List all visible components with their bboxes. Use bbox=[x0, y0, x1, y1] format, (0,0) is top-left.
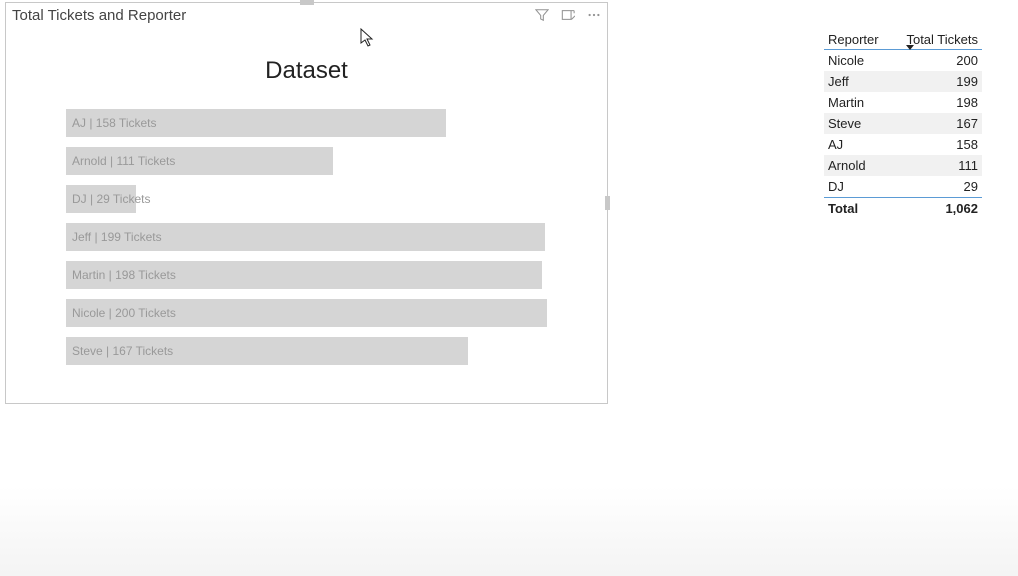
bar-label: Jeff | 199 Tickets bbox=[72, 230, 162, 244]
cell-total: 199 bbox=[942, 74, 982, 89]
cell-reporter: Nicole bbox=[824, 53, 942, 68]
column-header-total-label: Total Tickets bbox=[906, 32, 978, 47]
column-header-total[interactable]: Total Tickets bbox=[902, 30, 982, 49]
visual-header: Total Tickets and Reporter bbox=[6, 3, 607, 27]
cell-reporter: Jeff bbox=[824, 74, 942, 89]
table-header-row: Reporter Total Tickets bbox=[824, 30, 982, 50]
chart-title: Dataset bbox=[6, 57, 607, 85]
bar-fill: Martin | 198 Tickets bbox=[66, 261, 542, 289]
table-row[interactable]: Arnold111 bbox=[824, 155, 982, 176]
bar-label: Martin | 198 Tickets bbox=[72, 268, 176, 282]
table-row[interactable]: Steve167 bbox=[824, 113, 982, 134]
cell-reporter: Arnold bbox=[824, 158, 942, 173]
table-row[interactable]: AJ158 bbox=[824, 134, 982, 155]
bar-fill: AJ | 158 Tickets bbox=[66, 109, 446, 137]
bar-fill: Steve | 167 Tickets bbox=[66, 337, 468, 365]
bottom-fade bbox=[0, 486, 1018, 576]
cell-reporter: DJ bbox=[824, 179, 942, 194]
bar-fill: DJ | 29 Tickets bbox=[66, 185, 136, 213]
bar-label: Arnold | 111 Tickets bbox=[72, 154, 175, 168]
bar-row[interactable]: Martin | 198 Tickets bbox=[66, 261, 547, 289]
sort-descending-icon bbox=[906, 45, 914, 50]
table-total-row: Total 1,062 bbox=[824, 197, 982, 219]
table-body: Nicole200Jeff199Martin198Steve167AJ158Ar… bbox=[824, 50, 982, 197]
bar-row[interactable]: Nicole | 200 Tickets bbox=[66, 299, 547, 327]
cell-reporter: AJ bbox=[824, 137, 942, 152]
cell-reporter: Steve bbox=[824, 116, 942, 131]
cell-reporter: Martin bbox=[824, 95, 942, 110]
table-row[interactable]: Nicole200 bbox=[824, 50, 982, 71]
bar-row[interactable]: Arnold | 111 Tickets bbox=[66, 147, 547, 175]
cell-total: 158 bbox=[942, 137, 982, 152]
cell-total: 29 bbox=[942, 179, 982, 194]
chart-visual-container[interactable]: Total Tickets and Reporter Dataset AJ | … bbox=[5, 2, 608, 404]
total-value: 1,062 bbox=[941, 201, 982, 216]
total-label: Total bbox=[824, 201, 941, 216]
bar-chart-area: AJ | 158 Tickets Arnold | 111 Tickets DJ |… bbox=[6, 109, 607, 365]
bar-fill: Nicole | 200 Tickets bbox=[66, 299, 547, 327]
bar-label: Nicole | 200 Tickets bbox=[72, 306, 176, 320]
data-table[interactable]: Reporter Total Tickets Nicole200Jeff199M… bbox=[824, 30, 982, 219]
bar-fill: Jeff | 199 Tickets bbox=[66, 223, 545, 251]
filter-icon[interactable] bbox=[533, 6, 551, 24]
bar-row[interactable]: Jeff | 199 Tickets bbox=[66, 223, 547, 251]
bar-label: AJ | 158 Tickets bbox=[72, 116, 157, 130]
visual-title: Total Tickets and Reporter bbox=[10, 7, 533, 24]
bar-row[interactable]: Steve | 167 Tickets bbox=[66, 337, 547, 365]
bar-label: Steve | 167 Tickets bbox=[72, 344, 173, 358]
bar-row[interactable]: DJ | 29 Tickets bbox=[66, 185, 547, 213]
cell-total: 111 bbox=[942, 158, 982, 173]
visual-actions bbox=[533, 6, 603, 24]
focus-mode-icon[interactable] bbox=[559, 6, 577, 24]
cell-total: 167 bbox=[942, 116, 982, 131]
resize-handle-top[interactable] bbox=[300, 0, 314, 5]
column-header-reporter[interactable]: Reporter bbox=[824, 30, 902, 49]
more-options-icon[interactable] bbox=[585, 6, 603, 24]
cell-total: 200 bbox=[942, 53, 982, 68]
bar-row[interactable]: AJ | 158 Tickets bbox=[66, 109, 547, 137]
table-row[interactable]: DJ29 bbox=[824, 176, 982, 197]
cell-total: 198 bbox=[942, 95, 982, 110]
bar-fill: Arnold | 111 Tickets bbox=[66, 147, 333, 175]
bar-label: DJ | 29 Tickets bbox=[72, 192, 150, 206]
resize-handle-right[interactable] bbox=[605, 196, 610, 210]
table-row[interactable]: Jeff199 bbox=[824, 71, 982, 92]
table-row[interactable]: Martin198 bbox=[824, 92, 982, 113]
